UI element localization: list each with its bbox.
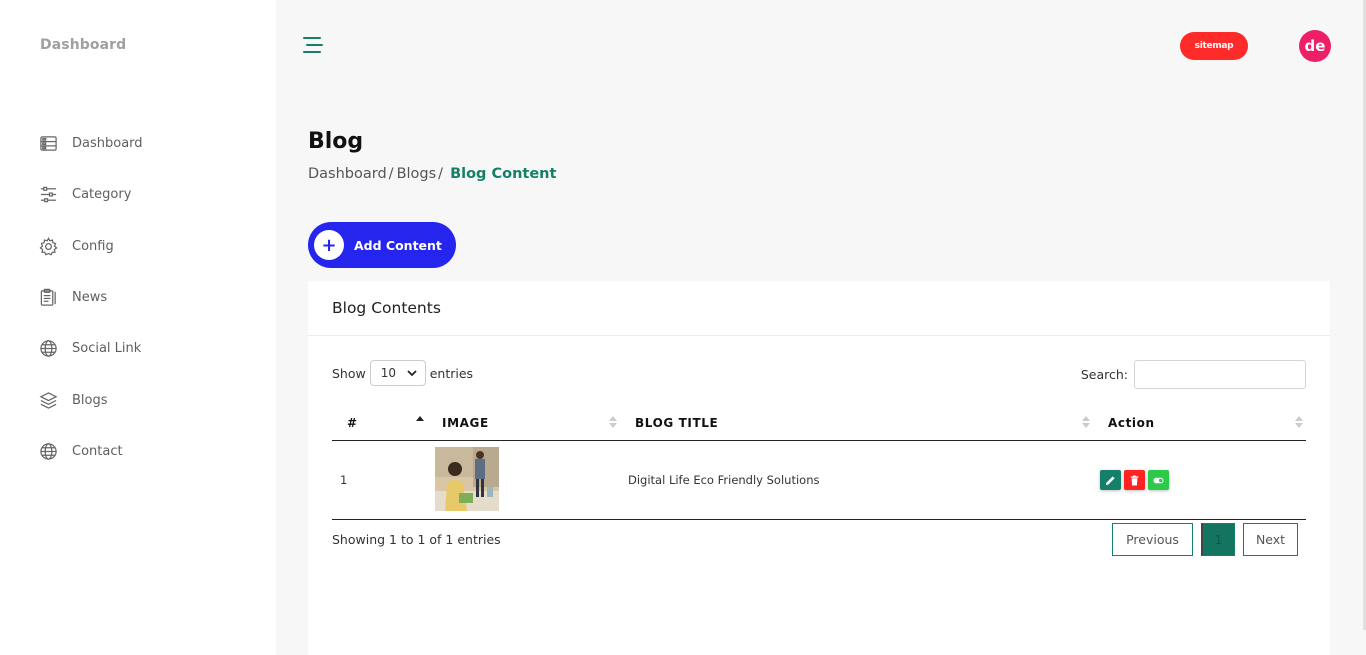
sitemap-button[interactable]: sitemap	[1180, 32, 1248, 60]
entries-label: entries	[429, 365, 474, 381]
sort-icon[interactable]	[1295, 416, 1303, 428]
card-title: Blog Contents	[308, 281, 1330, 336]
clipboard-icon	[38, 288, 58, 308]
sidebar-item-label: Social Link	[72, 341, 142, 357]
toggle-status-button[interactable]	[1148, 470, 1169, 490]
blog-contents-card: Blog Contents Show 10 entries Search: # …	[308, 281, 1330, 655]
chevron-down-icon	[407, 369, 417, 376]
breadcrumb: Dashboard / Blogs / Blog Content	[308, 166, 556, 182]
add-content-label: Add Content	[354, 237, 442, 253]
page-title: Blog	[308, 129, 364, 154]
sidebar-item-label: Blogs	[72, 392, 108, 408]
sidebar-nav: Dashboard Category Config News Social Li…	[38, 118, 143, 477]
column-header-number[interactable]: #	[347, 416, 358, 430]
layers-icon	[38, 390, 58, 410]
table-info: Showing 1 to 1 of 1 entries	[332, 532, 501, 547]
sidebar-item-label: News	[72, 290, 108, 306]
sliders-icon	[38, 185, 58, 205]
sidebar-item-config[interactable]: Config	[38, 221, 143, 272]
trash-icon	[1130, 474, 1139, 486]
breadcrumb-separator: /	[438, 166, 444, 182]
pencil-icon	[1105, 475, 1115, 485]
sidebar-item-contact[interactable]: Contact	[38, 426, 143, 477]
previous-page-button[interactable]: Previous	[1112, 523, 1193, 556]
toggle-icon	[1153, 477, 1164, 483]
table-header: # IMAGE BLOG TITLE Action	[332, 403, 1306, 441]
search-control: Search:	[1081, 360, 1306, 389]
sidebar-item-dashboard[interactable]: Dashboard	[38, 118, 143, 169]
sidebar-item-label: Category	[72, 187, 132, 203]
edit-button[interactable]	[1100, 470, 1121, 490]
breadcrumb-dashboard[interactable]: Dashboard	[308, 166, 387, 182]
sidebar-item-label: Dashboard	[72, 136, 143, 152]
breadcrumb-blogs[interactable]: Blogs	[397, 166, 437, 182]
search-label: Search:	[1080, 367, 1128, 382]
search-input[interactable]	[1134, 360, 1306, 389]
column-header-image[interactable]: IMAGE	[442, 416, 489, 430]
sidebar-item-social-link[interactable]: Social Link	[38, 323, 143, 374]
dashboard-icon	[38, 134, 58, 154]
sort-asc-icon[interactable]	[416, 416, 424, 428]
add-content-button[interactable]: + Add Content	[308, 222, 456, 268]
sidebar-item-news[interactable]: News	[38, 272, 143, 323]
blog-title-cell[interactable]: Digital Life Eco Friendly Solutions	[628, 473, 819, 487]
breadcrumb-current: Blog Content	[450, 166, 557, 182]
plus-icon: +	[314, 230, 344, 260]
globe-icon	[38, 441, 58, 461]
column-header-blog-title[interactable]: BLOG TITLE	[635, 416, 718, 430]
sidebar-item-label: Config	[72, 238, 114, 254]
blog-thumbnail-image	[435, 447, 499, 511]
page-size-control: Show 10 entries	[332, 360, 473, 386]
sidebar-item-blogs[interactable]: Blogs	[38, 374, 143, 425]
show-label: Show	[332, 365, 366, 381]
page-size-select[interactable]: 10	[369, 360, 426, 386]
breadcrumb-separator: /	[388, 166, 394, 182]
table-row: 1 Digital Life Eco Friendly Solutions	[332, 441, 1306, 520]
globe-icon	[38, 339, 58, 359]
row-actions	[1100, 470, 1169, 490]
page-size-value: 10	[380, 366, 397, 380]
sidebar-item-category[interactable]: Category	[38, 169, 143, 220]
blog-table: # IMAGE BLOG TITLE Action 1 Digital Life…	[332, 403, 1306, 520]
delete-button[interactable]	[1124, 470, 1145, 490]
row-number: 1	[340, 473, 348, 487]
column-header-action[interactable]: Action	[1108, 416, 1155, 430]
brand-title[interactable]: Dashboard	[40, 37, 126, 53]
avatar[interactable]: de	[1299, 30, 1331, 62]
sort-icon[interactable]	[609, 416, 617, 428]
sort-icon[interactable]	[1082, 416, 1090, 428]
gear-icon	[38, 236, 58, 256]
sidebar: Dashboard Dashboard Category Config News	[0, 0, 276, 655]
menu-toggle-icon[interactable]	[301, 36, 323, 54]
pagination: Previous 1 Next	[1112, 523, 1298, 556]
next-page-button[interactable]: Next	[1243, 523, 1298, 556]
sidebar-item-label: Contact	[72, 443, 123, 459]
current-page-button[interactable]: 1	[1201, 523, 1235, 556]
